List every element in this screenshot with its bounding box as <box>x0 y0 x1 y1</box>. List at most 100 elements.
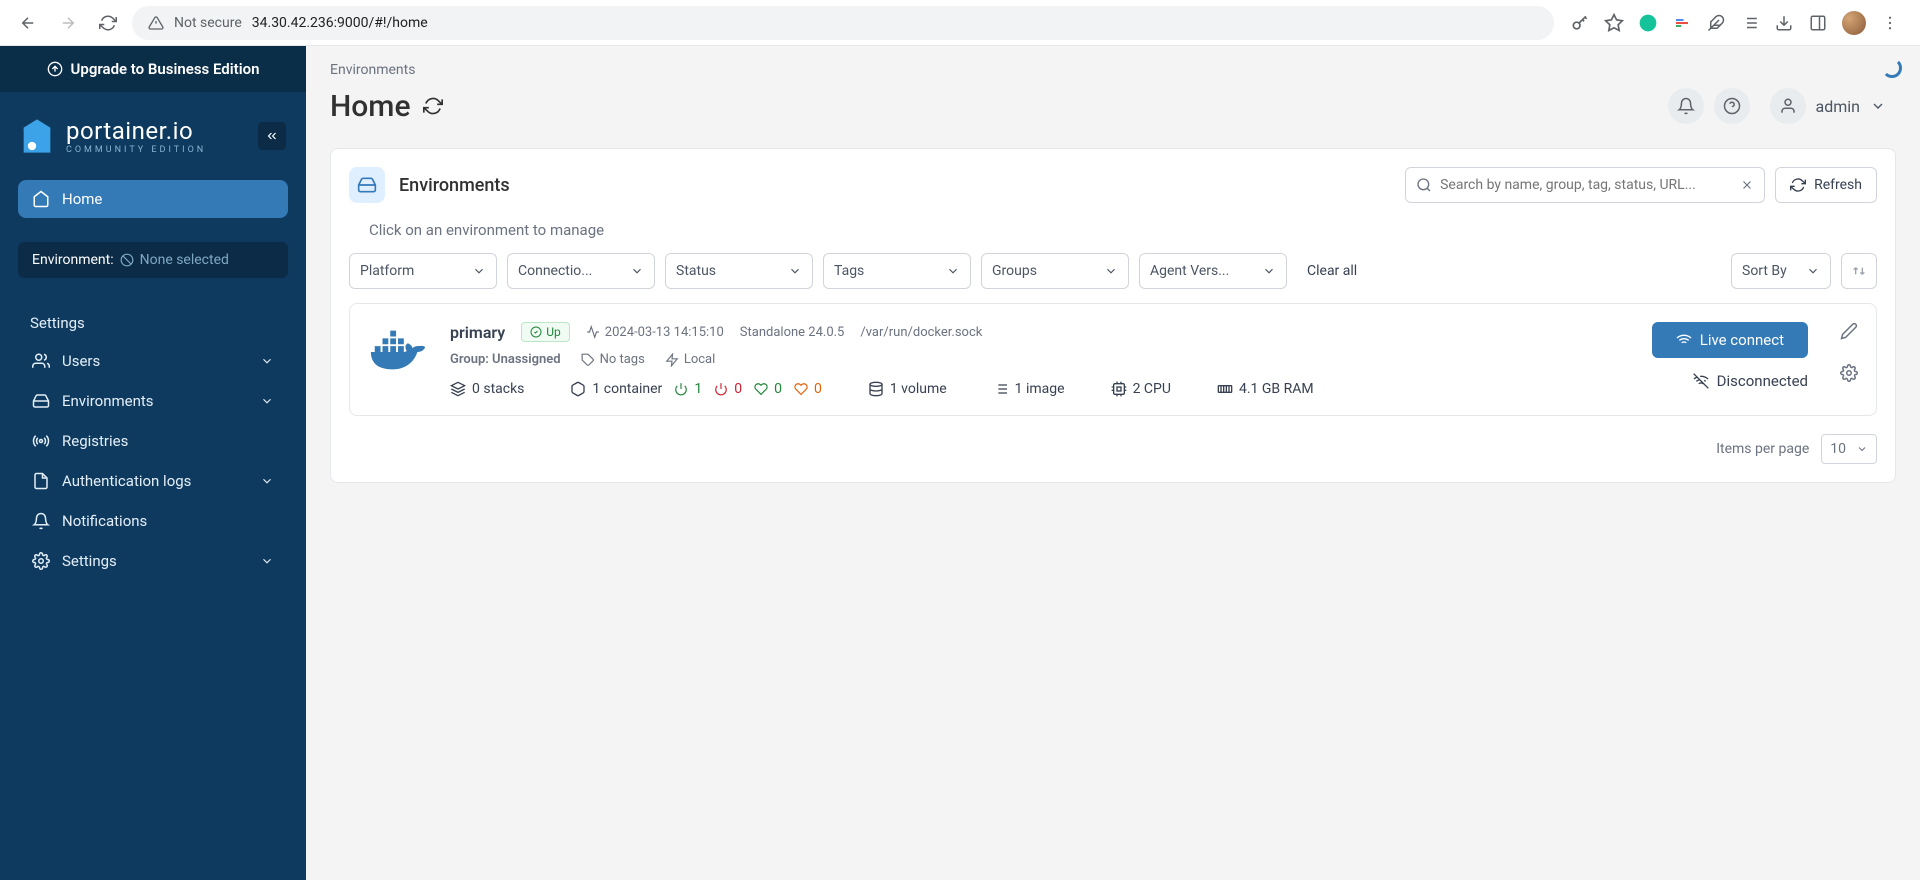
filter-agent-version[interactable]: Agent Vers... <box>1139 253 1287 289</box>
settings-section-title: Settings <box>0 300 306 342</box>
help-button[interactable] <box>1714 88 1750 124</box>
gear-icon[interactable] <box>1840 364 1858 382</box>
notifications-button[interactable] <box>1668 88 1704 124</box>
sidebar-item-environments[interactable]: Environments <box>18 382 288 420</box>
sidebar-item-registries[interactable]: Registries <box>18 422 288 460</box>
sidebar-item-notifications[interactable]: Notifications <box>18 502 288 540</box>
check-circle-icon <box>530 326 542 338</box>
chevron-down-icon <box>260 474 274 488</box>
docker-logo-icon <box>364 322 432 378</box>
filter-tags[interactable]: Tags <box>823 253 971 289</box>
hint-text: Click on an environment to manage <box>349 221 1877 253</box>
browser-chrome: Not secure 34.30.42.236:9000/#!/home <box>0 0 1920 46</box>
stat-stacks: 0 stacks <box>450 381 524 397</box>
grammarly-icon[interactable] <box>1638 13 1658 33</box>
upgrade-label: Upgrade to Business Edition <box>71 60 260 78</box>
chevron-left-double-icon <box>265 129 279 143</box>
stat-unhealthy: 0 <box>794 381 822 397</box>
browser-forward-button[interactable] <box>52 7 84 39</box>
stat-stopped: 0 <box>714 381 742 397</box>
logo-subtitle: COMMUNITY EDITION <box>66 145 206 155</box>
refresh-button[interactable]: Refresh <box>1775 167 1877 203</box>
sidebar-item-home[interactable]: Home <box>18 180 288 218</box>
user-icon <box>1779 97 1797 115</box>
slash-circle-icon <box>120 253 134 267</box>
filter-connection[interactable]: Connectio... <box>507 253 655 289</box>
profile-avatar[interactable] <box>1842 11 1866 35</box>
sidebar-item-label: Notifications <box>62 512 147 530</box>
environments-card: Environments Refresh Click on an environ… <box>330 148 1896 483</box>
sidebar-item-label: Home <box>62 190 102 208</box>
filter-status[interactable]: Status <box>665 253 813 289</box>
database-icon <box>868 381 884 397</box>
upgrade-icon <box>47 61 63 77</box>
clear-all-button[interactable]: Clear all <box>1297 263 1367 279</box>
chevron-down-icon <box>788 264 802 278</box>
search-icon <box>1416 177 1432 193</box>
bell-icon <box>1677 97 1695 115</box>
extension-bars-icon[interactable] <box>1672 13 1692 33</box>
filter-platform[interactable]: Platform <box>349 253 497 289</box>
browser-back-button[interactable] <box>12 7 44 39</box>
stat-running: 1 <box>674 381 702 397</box>
chevron-down-icon <box>1806 264 1820 278</box>
env-indicator-label: Environment: <box>32 252 114 268</box>
collapse-sidebar-button[interactable] <box>258 122 286 150</box>
panel-icon[interactable] <box>1808 13 1828 33</box>
list-icon[interactable] <box>1740 13 1760 33</box>
search-input[interactable] <box>1440 177 1732 193</box>
users-icon <box>32 352 50 370</box>
environment-row[interactable]: primary Up 2024-03-13 14:15:10 Standalon… <box>349 303 1877 416</box>
list-icon <box>993 381 1009 397</box>
page-title: Home <box>330 89 443 124</box>
loading-spinner-icon <box>1882 58 1902 78</box>
search-box[interactable] <box>1405 167 1765 203</box>
url-text: 34.30.42.236:9000/#!/home <box>252 15 428 31</box>
extensions-icon[interactable] <box>1706 13 1726 33</box>
logo-text: portainer.io <box>66 117 206 145</box>
not-secure-label: Not secure <box>174 15 242 31</box>
sort-direction-button[interactable] <box>1841 253 1877 289</box>
radio-icon <box>32 432 50 450</box>
filter-groups[interactable]: Groups <box>981 253 1129 289</box>
sidebar-item-users[interactable]: Users <box>18 342 288 380</box>
help-icon <box>1723 97 1741 115</box>
file-icon <box>32 472 50 490</box>
items-per-page-select[interactable]: 10 <box>1821 434 1877 464</box>
logo-row: portainer.io COMMUNITY EDITION <box>0 92 306 180</box>
power-icon <box>674 382 688 396</box>
zap-icon <box>665 353 679 367</box>
star-icon[interactable] <box>1604 13 1624 33</box>
sort-by-select[interactable]: Sort By <box>1731 253 1831 289</box>
user-menu[interactable]: admin <box>1760 82 1896 130</box>
gear-icon <box>32 552 50 570</box>
clear-icon[interactable] <box>1740 178 1754 192</box>
refresh-icon <box>1790 177 1806 193</box>
edit-icon[interactable] <box>1840 322 1858 340</box>
sidebar-item-label: Registries <box>62 432 128 450</box>
items-per-page-label: Items per page <box>1716 441 1809 457</box>
url-bar[interactable]: Not secure 34.30.42.236:9000/#!/home <box>132 6 1554 40</box>
stat-images: 1 image <box>993 381 1065 397</box>
chevron-down-icon <box>260 354 274 368</box>
kebab-menu-icon[interactable] <box>1880 13 1900 33</box>
env-socket: /var/run/docker.sock <box>860 325 982 340</box>
live-connect-button[interactable]: Live connect <box>1652 322 1808 358</box>
browser-reload-button[interactable] <box>92 7 124 39</box>
environments-card-icon <box>349 167 385 203</box>
env-name: primary <box>450 323 505 342</box>
chevron-down-icon <box>1856 443 1868 455</box>
sidebar-item-auth-logs[interactable]: Authentication logs <box>18 462 288 500</box>
stat-containers: 1 container <box>570 381 662 397</box>
power-icon <box>714 382 728 396</box>
env-location: Local <box>665 352 715 367</box>
warning-icon <box>148 15 164 31</box>
sidebar-item-settings[interactable]: Settings <box>18 542 288 580</box>
upgrade-banner[interactable]: Upgrade to Business Edition <box>0 46 306 92</box>
download-icon[interactable] <box>1774 13 1794 33</box>
heart-icon <box>794 382 808 396</box>
chevron-down-icon <box>946 264 960 278</box>
key-icon[interactable] <box>1570 13 1590 33</box>
chevron-down-icon <box>1104 264 1118 278</box>
refresh-icon[interactable] <box>423 96 443 116</box>
